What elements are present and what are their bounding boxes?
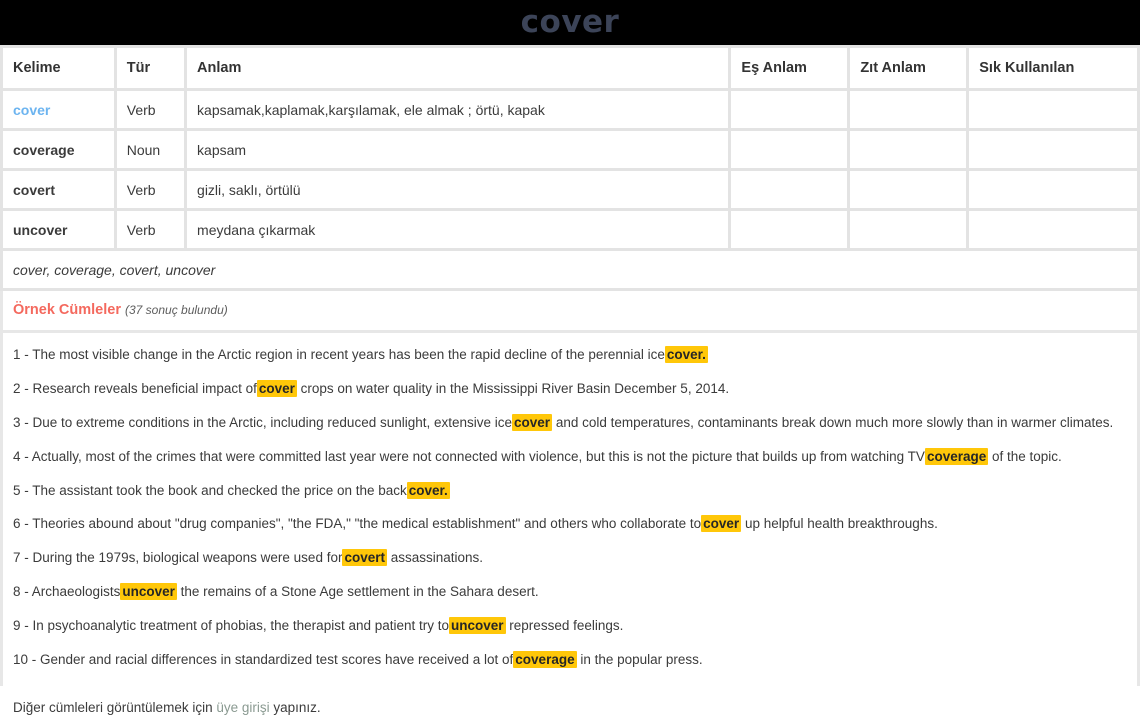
sentence-number: 1 - (13, 347, 33, 362)
sentence-list: 1 - The most visible change in the Arcti… (13, 346, 1127, 669)
highlighted-word: coverage (924, 447, 989, 465)
example-sentence: 7 - During the 1979s, biological weapons… (13, 549, 1127, 567)
cell-zit-anlam (850, 211, 967, 248)
example-sentence: 1 - The most visible change in the Arcti… (13, 346, 1127, 364)
cell-tur: Verb (116, 211, 185, 248)
sentence-number: 9 - (13, 618, 33, 633)
login-note-after: yapınız. (269, 699, 321, 715)
sentence-number: 4 - (13, 448, 32, 464)
page-title: cover (520, 4, 620, 40)
highlighted-word: coverage (513, 650, 577, 668)
sentence-text-before: During the 1979s, biological weapons wer… (32, 550, 343, 566)
sentence-text-before: Gender and racial differences in standar… (40, 651, 514, 667)
table-row: uncover Verb meydana çıkarmak (3, 211, 1137, 248)
cell-zit-anlam (850, 171, 967, 208)
login-note: Diğer cümleleri görüntülemek için üye gi… (13, 700, 1127, 715)
example-sentence: 8 - Archaeologists uncover the remains of… (13, 583, 1127, 601)
word-table: Kelime Tür Anlam Eş Anlam Zıt Anlam Sık … (0, 45, 1140, 291)
highlighted-word: cover (512, 413, 553, 431)
cell-zit-anlam (850, 91, 967, 128)
sentence-text-after: in the popular press. (576, 651, 703, 667)
highlighted-word: uncover (449, 617, 506, 634)
word-link-cover[interactable]: cover (13, 102, 50, 118)
example-sentence: 2 - Research reveals beneficial impact o… (13, 379, 1127, 398)
cell-es-anlam (731, 171, 848, 208)
cell-sik-kullanilan (969, 171, 1137, 208)
example-sentence: 4 - Actually, most of the crimes that we… (13, 447, 1127, 466)
sentence-text-before: The assistant took the book and checked … (32, 482, 407, 498)
sentence-number: 6 - (13, 516, 33, 532)
cell-es-anlam (731, 91, 848, 128)
cell-zit-anlam (850, 131, 967, 168)
sentence-text-before: Theories abound about "drug companies", … (32, 516, 702, 532)
cell-kelime: uncover (3, 211, 114, 248)
cell-es-anlam (731, 211, 848, 248)
column-header-es-anlam: Eş Anlam (731, 48, 848, 88)
sentence-number: 10 - (13, 651, 41, 667)
sentences-panel: 1 - The most visible change in the Arcti… (3, 333, 1137, 715)
table-header-row: Kelime Tür Anlam Eş Anlam Zıt Anlam Sık … (3, 48, 1137, 88)
sentence-number: 3 - (13, 414, 33, 430)
cell-kelime: cover (3, 91, 114, 128)
examples-header: Örnek Cümleler (37 sonuç bulundu) (3, 291, 1137, 330)
sentence-text-after: of the topic. (988, 448, 1062, 464)
sentence-text-before: Actually, most of the crimes that were c… (31, 448, 925, 464)
member-login-link[interactable]: üye girişi (216, 700, 269, 715)
sentence-text-after: the remains of a Stone Age settlement in… (176, 584, 539, 600)
table-row: cover Verb kapsamak,kaplamak,karşılamak,… (3, 91, 1137, 128)
example-sentence: 3 - Due to extreme conditions in the Arc… (13, 413, 1127, 432)
column-header-kelime: Kelime (3, 48, 114, 88)
sentence-number: 7 - (13, 550, 33, 566)
sentence-text-before: The most visible change in the Arctic re… (32, 347, 665, 362)
column-header-tur: Tür (116, 48, 185, 88)
cell-kelime: coverage (3, 131, 114, 168)
sentence-number: 8 - (13, 584, 32, 600)
cell-anlam: kapsam (187, 131, 729, 168)
cell-sik-kullanilan (969, 211, 1137, 248)
highlighted-word: cover (701, 515, 742, 533)
examples-result-count: (37 sonuç bulundu) (125, 303, 228, 317)
column-header-zit-anlam: Zıt Anlam (850, 48, 967, 88)
sentence-text-after: repressed feelings. (505, 618, 624, 633)
highlighted-word: uncover (120, 583, 177, 601)
cell-sik-kullanilan (969, 91, 1137, 128)
sentence-text-before: In psychoanalytic treatment of phobias, … (32, 618, 450, 633)
example-sentence: 9 - In psychoanalytic treatment of phobi… (13, 617, 1127, 635)
column-header-anlam: Anlam (187, 48, 729, 88)
example-sentence: 6 - Theories abound about "drug companie… (13, 515, 1127, 533)
highlighted-word: covert (342, 549, 387, 567)
example-sentence: 10 - Gender and racial differences in st… (13, 650, 1127, 669)
sentence-text-before: Research reveals beneficial impact of (32, 380, 257, 396)
sentence-text-after: up helpful health breakthroughs. (741, 516, 938, 532)
sentence-text-before: Due to extreme conditions in the Arctic,… (32, 414, 513, 430)
login-note-before: Diğer cümleleri görüntülemek için (13, 699, 217, 715)
cell-sik-kullanilan (969, 131, 1137, 168)
highlighted-word: cover. (406, 481, 450, 499)
example-sentence: 5 - The assistant took the book and chec… (13, 481, 1127, 500)
sentence-text-before: Archaeologists (31, 584, 121, 600)
cell-tur: Verb (116, 171, 185, 208)
table-row: covert Verb gizli, saklı, örtülü (3, 171, 1137, 208)
examples-title: Örnek Cümleler (13, 302, 121, 318)
sentence-text-after: and cold temperatures, contaminants brea… (552, 414, 1114, 430)
cell-tur: Verb (116, 91, 185, 128)
page-body: Kelime Tür Anlam Eş Anlam Zıt Anlam Sık … (0, 45, 1140, 715)
sentence-number: 5 - (13, 482, 33, 498)
sentence-number: 2 - (13, 380, 33, 396)
highlighted-word: cover (256, 379, 297, 397)
cell-anlam: kapsamak,kaplamak,karşılamak, ele almak … (187, 91, 729, 128)
sentence-text-after: assassinations. (387, 550, 484, 566)
site-header: cover (0, 0, 1140, 45)
cell-anlam: gizli, saklı, örtülü (187, 171, 729, 208)
related-words: cover, coverage, covert, uncover (3, 251, 1137, 288)
table-row: coverage Noun kapsam (3, 131, 1137, 168)
cell-kelime: covert (3, 171, 114, 208)
sentence-text-after: crops on water quality in the Mississipp… (296, 380, 730, 396)
cell-es-anlam (731, 131, 848, 168)
cell-anlam: meydana çıkarmak (187, 211, 729, 248)
highlighted-word: cover. (664, 346, 708, 363)
related-words-row: cover, coverage, covert, uncover (3, 251, 1137, 288)
cell-tur: Noun (116, 131, 185, 168)
column-header-sik-kullanilan: Sık Kullanılan (969, 48, 1137, 88)
